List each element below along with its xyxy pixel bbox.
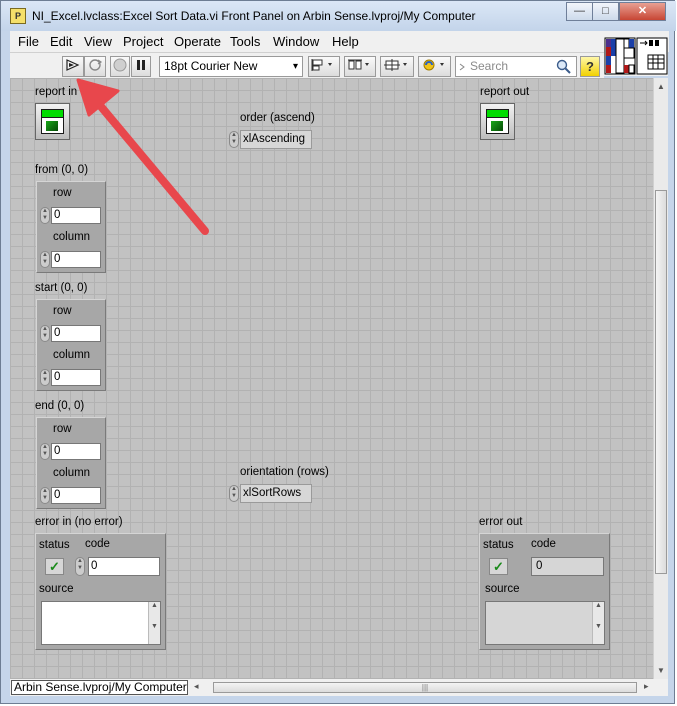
window-title: NI_Excel.lvclass:Excel Sort Data.vi Fron… xyxy=(32,9,476,23)
menu-project[interactable]: Project xyxy=(123,34,163,49)
annotation-arrow xyxy=(76,78,209,235)
abort-icon[interactable] xyxy=(110,56,130,77)
status-bar: Arbin Sense.lvproj/My Computer ◂ ||| ▸ xyxy=(10,679,668,696)
menu-file[interactable]: File xyxy=(18,34,39,49)
front-panel-canvas[interactable]: report in report out order (ascend) ▲ ▼ x… xyxy=(10,78,653,679)
vertical-scrollbar[interactable]: ▲ ▼ xyxy=(653,78,668,679)
close-button[interactable]: ✕ xyxy=(619,2,666,21)
search-input[interactable]: Search xyxy=(455,56,577,77)
horizontal-scroll-thumb[interactable]: ||| xyxy=(213,682,637,693)
connector-pane-icon xyxy=(604,37,668,75)
connector-pane[interactable] xyxy=(604,37,668,76)
distribute-objects-icon[interactable] xyxy=(344,56,376,77)
context-help-icon[interactable]: ? xyxy=(580,56,600,77)
menu-window[interactable]: Window xyxy=(273,34,319,49)
resize-objects-icon[interactable] xyxy=(380,56,414,77)
vertical-scroll-thumb[interactable] xyxy=(655,190,667,574)
labview-vi-icon: P xyxy=(10,8,26,24)
run-arrow-icon[interactable] xyxy=(62,56,84,77)
align-objects-icon[interactable] xyxy=(308,56,340,77)
menu-view[interactable]: View xyxy=(84,34,112,49)
menu-tools[interactable]: Tools xyxy=(230,34,260,49)
title-bar[interactable]: P NI_Excel.lvclass:Excel Sort Data.vi Fr… xyxy=(1,1,676,31)
font-selector-value: 18pt Courier New xyxy=(164,59,258,73)
run-continuously-icon[interactable] xyxy=(84,56,106,77)
application-instance-box[interactable]: Arbin Sense.lvproj/My Computer xyxy=(11,680,188,695)
pause-icon[interactable] xyxy=(131,56,151,77)
font-selector[interactable]: 18pt Courier New ▾ xyxy=(159,56,303,77)
scroll-up-icon[interactable]: ▲ xyxy=(657,82,665,91)
scroll-down-icon[interactable]: ▼ xyxy=(657,666,665,675)
search-icon[interactable] xyxy=(556,59,572,75)
menu-help[interactable]: Help xyxy=(332,34,359,49)
menu-bar: File Edit View Project Operate Tools Win… xyxy=(10,31,669,52)
scroll-right-icon[interactable]: ▸ xyxy=(644,681,649,692)
reorder-icon[interactable] xyxy=(418,56,451,77)
menu-operate[interactable]: Operate xyxy=(174,34,221,49)
minimize-button[interactable]: — xyxy=(566,2,593,21)
chevron-right-icon xyxy=(459,63,465,71)
maximize-button[interactable]: □ xyxy=(592,2,619,21)
chevron-down-icon: ▾ xyxy=(292,61,298,72)
search-placeholder: Search xyxy=(470,59,509,73)
front-panel-window: P NI_Excel.lvclass:Excel Sort Data.vi Fr… xyxy=(0,0,676,704)
menu-edit[interactable]: Edit xyxy=(50,34,72,49)
toolbar: 18pt Courier New ▾ Search ? xyxy=(10,52,604,79)
scroll-left-icon[interactable]: ◂ xyxy=(194,681,199,692)
